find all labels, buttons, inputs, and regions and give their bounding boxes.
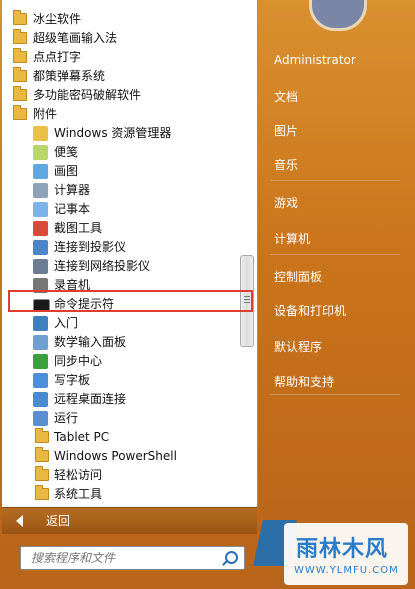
item-label: 画图 — [54, 164, 79, 178]
remote-desktop-icon — [33, 392, 48, 407]
folder-icon — [13, 10, 27, 25]
folder-item[interactable]: 超级笔画输入法 — [2, 29, 234, 48]
notepad-icon — [33, 202, 48, 217]
right-menu-item[interactable]: 帮助和支持 — [274, 372, 334, 392]
item-label: 数学输入面板 — [54, 335, 127, 349]
program-item[interactable]: 计算器 — [2, 181, 234, 200]
program-item[interactable]: 同步中心 — [2, 352, 234, 371]
program-item[interactable]: 连接到投影仪 — [2, 238, 234, 257]
item-label: Tablet PC — [54, 430, 110, 444]
right-menu-item[interactable]: 控制面板 — [274, 267, 322, 287]
folder-item[interactable]: Tablet PC — [2, 428, 234, 447]
right-menu-item[interactable]: Administrator — [274, 50, 356, 70]
item-label: 多功能密码破解软件 — [33, 88, 142, 102]
watermark-url: WWW.YLMFU.COM — [294, 565, 399, 576]
program-item[interactable]: 便笺 — [2, 143, 234, 162]
menu-separator — [270, 394, 400, 395]
programs-list: 冰尘软件超级笔画输入法 点点打字都策弹幕系统多功能密码破解软件 附件 Windows … — [2, 0, 258, 507]
folder-icon — [13, 67, 27, 82]
folder-item[interactable]: 附件 — [2, 105, 234, 124]
calculator-icon — [33, 183, 48, 198]
item-label: 截图工具 — [54, 221, 103, 235]
folder-icon — [35, 485, 49, 500]
item-label: 冰尘软件 — [33, 12, 82, 26]
search-input[interactable] — [29, 549, 223, 567]
program-item[interactable]: 截图工具 — [2, 219, 234, 238]
item-label: 写字板 — [54, 373, 91, 387]
item-label: Windows PowerShell — [54, 449, 177, 463]
right-menu-item[interactable]: 默认程序 — [274, 337, 322, 357]
program-item[interactable]: 远程桌面连接 — [2, 390, 234, 409]
item-label: 系统工具 — [54, 487, 103, 501]
search-icon[interactable] — [225, 551, 238, 564]
wordpad-icon — [33, 373, 48, 388]
right-menu-item[interactable]: 文档 — [274, 87, 298, 107]
run-icon — [33, 411, 48, 426]
menu-separator — [270, 180, 400, 181]
menu-separator — [270, 254, 400, 255]
folder-item[interactable]: Windows PowerShell — [2, 447, 234, 466]
item-label: 入门 — [54, 316, 79, 330]
folder-icon — [35, 428, 49, 443]
item-label: 连接到投影仪 — [54, 240, 127, 254]
explorer-icon — [33, 126, 48, 141]
item-label: 都策弹幕系统 — [33, 69, 106, 83]
program-item[interactable]: 入门 — [2, 314, 234, 333]
folder-item[interactable]: 轻松访问 — [2, 466, 234, 485]
watermark-title: 雨林木风 — [296, 537, 389, 562]
right-menu-item[interactable]: 计算机 — [274, 229, 310, 249]
getting-started-icon — [33, 316, 48, 331]
item-label: 记事本 — [54, 202, 91, 216]
network-projector-icon — [33, 259, 48, 274]
folder-icon — [13, 48, 27, 63]
start-menu: 冰尘软件超级笔画输入法 点点打字都策弹幕系统多功能密码破解软件 附件 Windows … — [0, 0, 415, 589]
program-item[interactable]: Windows 资源管理器 — [2, 124, 234, 143]
folder-item[interactable]: 多功能密码破解软件 — [2, 86, 234, 105]
folder-icon — [13, 105, 27, 120]
program-item[interactable]: 运行 — [2, 409, 234, 428]
program-item[interactable]: 写字板 — [2, 371, 234, 390]
item-label: 运行 — [54, 411, 79, 425]
right-menu-item[interactable]: 音乐 — [274, 155, 298, 175]
item-label: 超级笔画输入法 — [33, 31, 118, 45]
folder-item[interactable]: 冰尘软件 — [2, 10, 234, 29]
folder-item[interactable]: 都策弹幕系统 — [2, 67, 234, 86]
user-avatar[interactable] — [309, 0, 367, 31]
item-label: 远程桌面连接 — [54, 392, 127, 406]
search-box[interactable] — [20, 546, 245, 570]
item-label: 计算器 — [54, 183, 91, 197]
item-label: 便笺 — [54, 145, 79, 159]
item-label: 连接到网络投影仪 — [54, 259, 151, 273]
item-label: 附件 — [33, 107, 58, 121]
right-menu-item[interactable]: 游戏 — [274, 193, 298, 213]
folder-icon — [35, 447, 49, 462]
folder-item[interactable]: 点点打字 — [2, 48, 234, 67]
folder-icon — [35, 466, 49, 481]
program-item[interactable]: 连接到网络投影仪 — [2, 257, 234, 276]
program-item[interactable]: 数学输入面板 — [2, 333, 234, 352]
back-arrow-icon — [16, 515, 23, 527]
back-button[interactable]: 返回 — [2, 507, 257, 534]
program-item[interactable]: 记事本 — [2, 200, 234, 219]
snipping-tool-icon — [33, 221, 48, 236]
folder-icon — [13, 29, 27, 44]
watermark: 雨林木风 WWW.YLMFU.COM — [284, 523, 408, 585]
item-label: Windows 资源管理器 — [54, 126, 172, 140]
folder-item[interactable]: 系统工具 — [2, 485, 234, 504]
item-label: 轻松访问 — [54, 468, 103, 482]
sync-center-icon — [33, 354, 48, 369]
right-menu-item[interactable]: 图片 — [274, 121, 298, 141]
back-label: 返回 — [46, 514, 71, 528]
folder-icon — [13, 86, 27, 101]
item-label: 同步中心 — [54, 354, 103, 368]
highlight-box — [8, 290, 253, 312]
item-label: 点点打字 — [33, 50, 82, 64]
paint-icon — [33, 164, 48, 179]
sticky-notes-icon — [33, 145, 48, 160]
program-item[interactable]: 画图 — [2, 162, 234, 181]
projector-icon — [33, 240, 48, 255]
right-menu-item[interactable]: 设备和打印机 — [274, 301, 346, 321]
math-input-icon — [33, 335, 48, 350]
